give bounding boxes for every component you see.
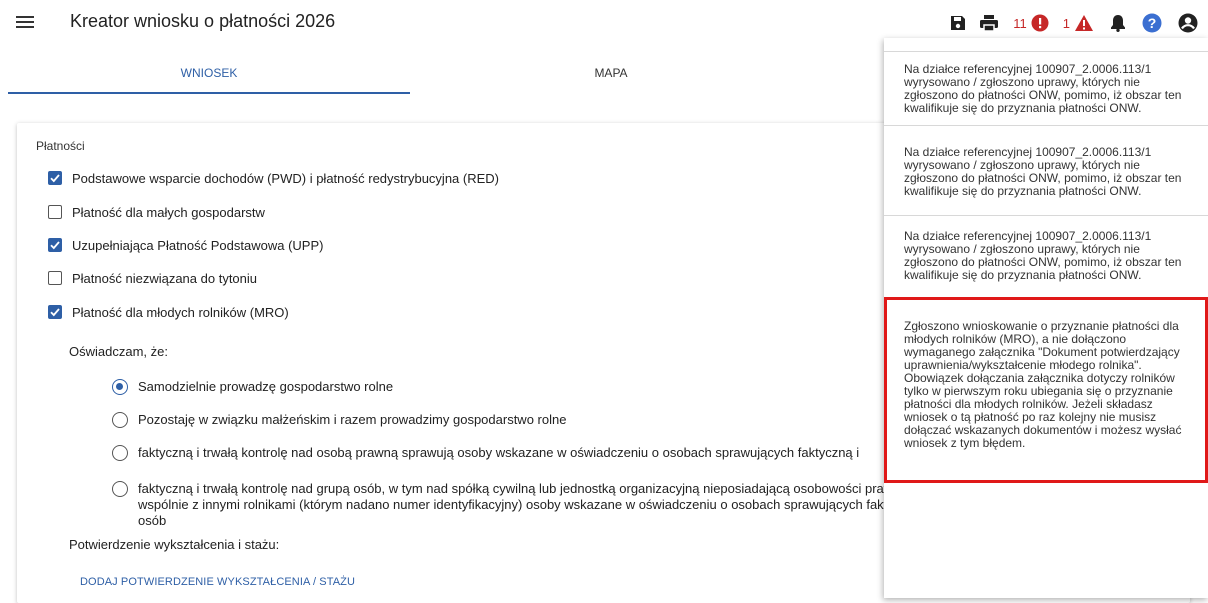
notification-text: Zgłoszono wnioskowanie o przyznanie płat… xyxy=(904,319,1182,450)
declaration-radio-self[interactable]: Samodzielnie prowadzę gospodarstwo rolne xyxy=(112,379,393,395)
notification-item-top-edge xyxy=(884,38,1208,52)
declaration-label: faktyczną i trwałą kontrolę nad osobą pr… xyxy=(138,445,860,460)
save-icon[interactable] xyxy=(949,14,967,32)
declaration-label: Samodzielnie prowadzę gospodarstwo rolne xyxy=(138,379,394,394)
payment-label: Płatność niezwiązana do tytoniu xyxy=(72,270,258,286)
declaration-radio-legal-person[interactable]: faktyczną i trwałą kontrolę nad osobą pr… xyxy=(112,445,1012,461)
bell-icon[interactable] xyxy=(1110,14,1126,32)
notification-item[interactable]: Na działce referencyjnej 100907_2.0006.1… xyxy=(884,63,1208,126)
payment-label: Płatność dla młodych rolników (MRO) xyxy=(72,304,289,320)
confirmation-title: Potwierdzenie wykształcenia i stażu: xyxy=(69,537,280,552)
checkbox-checked-icon[interactable] xyxy=(48,171,62,185)
payment-label: Uzupełniająca Płatność Podstawowa (UPP) xyxy=(72,237,324,253)
payment-checkbox-mro[interactable]: Płatność dla młodych rolników (MRO) xyxy=(48,302,289,322)
checkbox-checked-icon[interactable] xyxy=(48,305,62,319)
tab-mapa[interactable]: MAPA xyxy=(410,58,812,92)
tab-bar: WNIOSEK MAPA xyxy=(8,58,1008,94)
add-confirmation-link[interactable]: DODAJ POTWIERDZENIE WYKSZTAŁCENIA / STAŻ… xyxy=(80,576,355,588)
warning-icon[interactable] xyxy=(1074,14,1094,32)
payment-label: Płatność dla małych gospodarstw xyxy=(72,204,265,220)
radio-unselected-icon[interactable] xyxy=(112,412,128,428)
payment-checkbox-upp[interactable]: Uzupełniająca Płatność Podstawowa (UPP) xyxy=(48,235,323,255)
tab-wniosek[interactable]: WNIOSEK xyxy=(8,58,410,94)
toolbar: 11 1 ? xyxy=(937,10,1198,36)
payment-checkbox-pwd[interactable]: Podstawowe wsparcie dochodów (PWD) i pła… xyxy=(48,168,499,188)
radio-unselected-icon[interactable] xyxy=(112,445,128,461)
payment-label: Podstawowe wsparcie dochodów (PWD) i pła… xyxy=(72,170,499,186)
payment-checkbox-small-farms[interactable]: Płatność dla małych gospodarstw xyxy=(48,202,265,222)
warning-count[interactable]: 1 xyxy=(1063,16,1070,31)
section-title: Płatności xyxy=(36,139,85,153)
notification-item[interactable]: Na działce referencyjnej 100907_2.0006.1… xyxy=(884,146,1208,216)
declaration-radio-married[interactable]: Pozostaję w związku małżeńskim i razem p… xyxy=(112,412,566,428)
payment-checkbox-tobacco[interactable]: Płatność niezwiązana do tytoniu xyxy=(48,268,257,288)
account-icon[interactable] xyxy=(1178,13,1198,33)
declaration-title: Oświadczam, że: xyxy=(69,344,168,359)
app-title: Kreator wniosku o płatności 2026 xyxy=(70,11,336,31)
declaration-label: Pozostaję w związku małżeńskim i razem p… xyxy=(138,412,567,427)
hamburger-menu-icon[interactable] xyxy=(14,13,36,31)
help-icon[interactable]: ? xyxy=(1142,13,1162,33)
checkbox-unchecked-icon[interactable] xyxy=(48,271,62,285)
checkbox-checked-icon[interactable] xyxy=(48,238,62,252)
print-icon[interactable] xyxy=(979,14,999,32)
svg-text:?: ? xyxy=(1148,15,1157,31)
radio-selected-icon[interactable] xyxy=(112,379,128,395)
checkbox-unchecked-icon[interactable] xyxy=(48,205,62,219)
notification-item-highlighted[interactable]: Zgłoszono wnioskowanie o przyznanie płat… xyxy=(884,297,1208,483)
notification-item[interactable]: Na działce referencyjnej 100907_2.0006.1… xyxy=(884,230,1208,298)
error-count[interactable]: 11 xyxy=(1013,16,1027,31)
radio-unselected-icon[interactable] xyxy=(112,481,128,497)
error-icon[interactable] xyxy=(1031,14,1049,32)
